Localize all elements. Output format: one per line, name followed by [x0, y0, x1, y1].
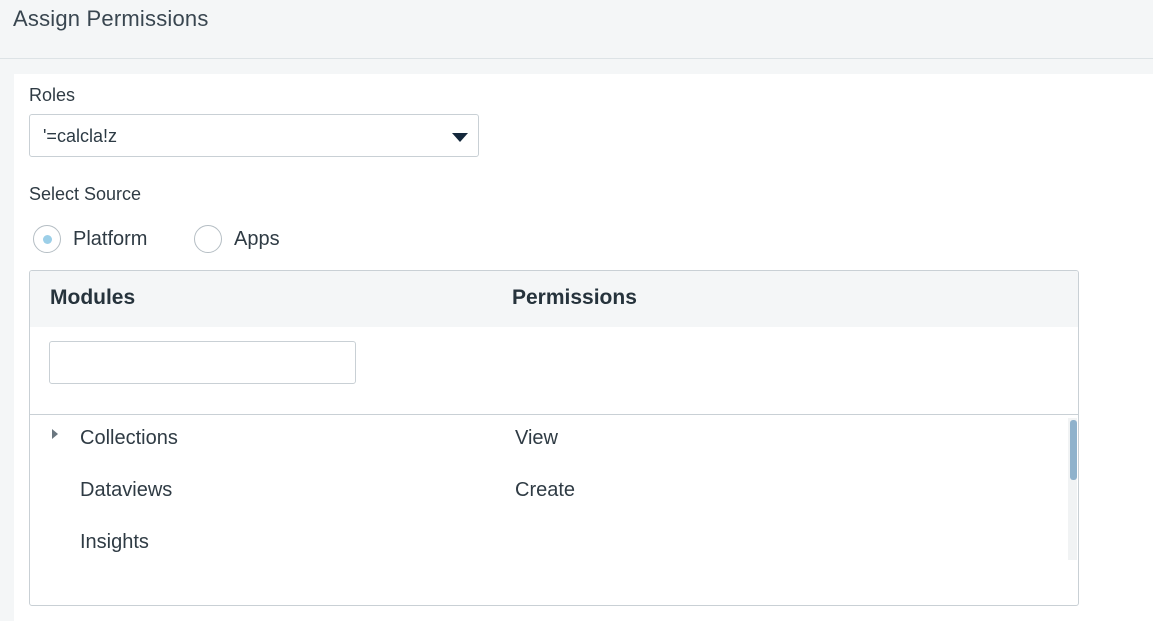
radio-platform-circle[interactable]	[33, 225, 61, 253]
module-name[interactable]: Insights	[80, 531, 149, 554]
table-header: Modules Permissions	[30, 271, 1078, 327]
table-body: Collections View Dataviews Create Insigh…	[30, 416, 1070, 561]
select-source-label: Select Source	[29, 184, 142, 204]
caret-right-icon[interactable]	[52, 429, 58, 439]
radio-platform[interactable]: Platform	[33, 224, 147, 254]
radio-apps-circle[interactable]	[194, 225, 222, 253]
permissions-table: Modules Permissions Collections View Dat…	[29, 270, 1079, 606]
roles-dropdown[interactable]: '=calcla!z	[29, 114, 479, 157]
module-name[interactable]: Collections	[80, 427, 178, 450]
roles-label: Roles	[29, 85, 76, 105]
radio-apps-label[interactable]: Apps	[234, 228, 280, 251]
page-title: Assign Permissions	[13, 6, 209, 31]
radio-apps[interactable]: Apps	[194, 224, 280, 254]
radio-platform-label[interactable]: Platform	[73, 228, 147, 251]
chevron-down-icon[interactable]	[452, 133, 468, 142]
table-row[interactable]: Collections View	[30, 416, 1070, 468]
permission-name[interactable]: Create	[515, 479, 575, 502]
modules-column-header: Modules	[50, 286, 136, 309]
table-row[interactable]: Insights	[30, 520, 1070, 572]
roles-selected-value: '=calcla!z	[43, 126, 117, 146]
permissions-card: Roles '=calcla!z Select Source Platform …	[14, 74, 1153, 621]
scrollbar-thumb[interactable]	[1070, 420, 1077, 480]
permission-name[interactable]: View	[515, 427, 558, 450]
filter-row	[30, 327, 1078, 415]
page-header: Assign Permissions	[0, 0, 1153, 59]
permissions-column-header: Permissions	[512, 286, 637, 309]
module-name[interactable]: Dataviews	[80, 479, 172, 502]
table-row[interactable]: Dataviews Create	[30, 468, 1070, 520]
module-filter-input[interactable]	[49, 341, 356, 384]
